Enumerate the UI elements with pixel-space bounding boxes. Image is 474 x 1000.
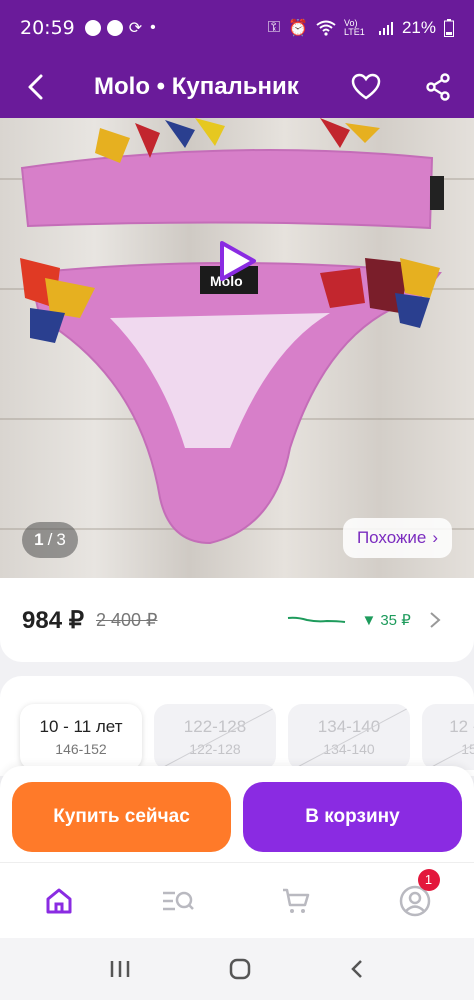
price-drop: ▼ 35 ₽ [361,611,411,630]
purchase-bar: Купить сейчас В корзину [0,766,474,866]
home-icon [46,888,72,913]
profile-badge: 1 [417,868,440,891]
photo-counter-separator: / [47,530,53,549]
nav-profile[interactable]: 1 [356,868,474,917]
back-button-icon[interactable] [349,958,365,980]
size-height: 134-140 [323,741,375,757]
size-height: 158-16 [461,741,474,757]
nav-home[interactable] [0,887,119,915]
cart-icon [283,888,310,913]
size-label: 10 - 11 лет [39,717,123,736]
battery-percent: 21% [401,18,436,37]
home-button-icon[interactable] [228,957,252,981]
status-time: 20:59 [20,17,75,39]
old-price: 2 400 ₽ [95,609,158,630]
size-selector: 10 - 11 лет 146-152 122-128 122-128 134-… [0,676,474,776]
small-dot-icon: • [150,19,156,36]
nav-catalog[interactable] [119,888,238,914]
add-to-cart-button[interactable]: В корзину [243,782,462,852]
photo-counter-total: 3 [56,530,66,549]
sync-icon: ⟳ [128,20,143,37]
similar-label: Похожие [356,528,427,547]
status-bar: 20:59 ⟳ • ⚿ ⏰ Vo) LTE1 21% [0,0,474,56]
size-height: 146-152 [55,741,107,757]
notification-dot [84,20,101,36]
recent-apps-icon[interactable] [109,959,131,979]
signal-icon [378,22,393,35]
alarm-icon: ⏰ [288,20,308,37]
system-navigation [0,938,474,1000]
product-photo[interactable]: Molo 1 / 3 Похожие › [0,118,474,580]
photo-counter: 1 / 3 [22,522,78,558]
key-icon: ⚿ [267,19,281,36]
triangle-down-icon: ▼ [361,611,377,629]
catalog-search-icon [162,891,194,910]
heart-icon [351,73,381,100]
size-option[interactable]: 12 - 13 л 158-16 [422,704,474,770]
favorite-button[interactable] [330,73,402,101]
play-video-icon[interactable] [214,238,260,284]
bottom-navigation: 1 [0,862,474,938]
photo-counter-current: 1 [34,530,44,549]
size-height: 122-128 [189,741,241,757]
size-option[interactable]: 122-128 122-128 [154,704,276,770]
share-button[interactable] [402,73,474,101]
chevron-right-icon: › [432,528,438,547]
price-card[interactable]: 984 ₽ 2 400 ₽ ▼ 35 ₽ [0,578,474,662]
back-button[interactable] [0,73,70,101]
page-title: Molo • Купальник [94,73,299,100]
size-option[interactable]: 10 - 11 лет 146-152 [20,704,142,770]
volte-icon: Vo) LTE1 [343,18,365,37]
price-drop-value: 35 ₽ [380,612,411,629]
wifi-icon [316,20,336,36]
price-history-sparkline [288,616,346,623]
size-label: 134-140 [317,717,381,736]
share-icon [426,73,450,101]
size-option[interactable]: 134-140 134-140 [288,704,410,770]
nav-cart[interactable] [237,887,356,915]
buy-now-button[interactable]: Купить сейчас [12,782,231,852]
swimsuit-illustration: Molo [20,118,444,545]
similar-button[interactable]: Похожие › [342,518,452,558]
notification-dot [106,20,123,36]
app-header: Molo • Купальник [0,56,474,118]
chevron-right-icon[interactable] [429,611,441,629]
size-label: 12 - 13 л [449,717,474,736]
arrow-left-icon [28,74,43,100]
current-price: 984 ₽ [22,606,84,634]
size-label: 122-128 [183,717,247,736]
battery-icon [444,19,454,37]
